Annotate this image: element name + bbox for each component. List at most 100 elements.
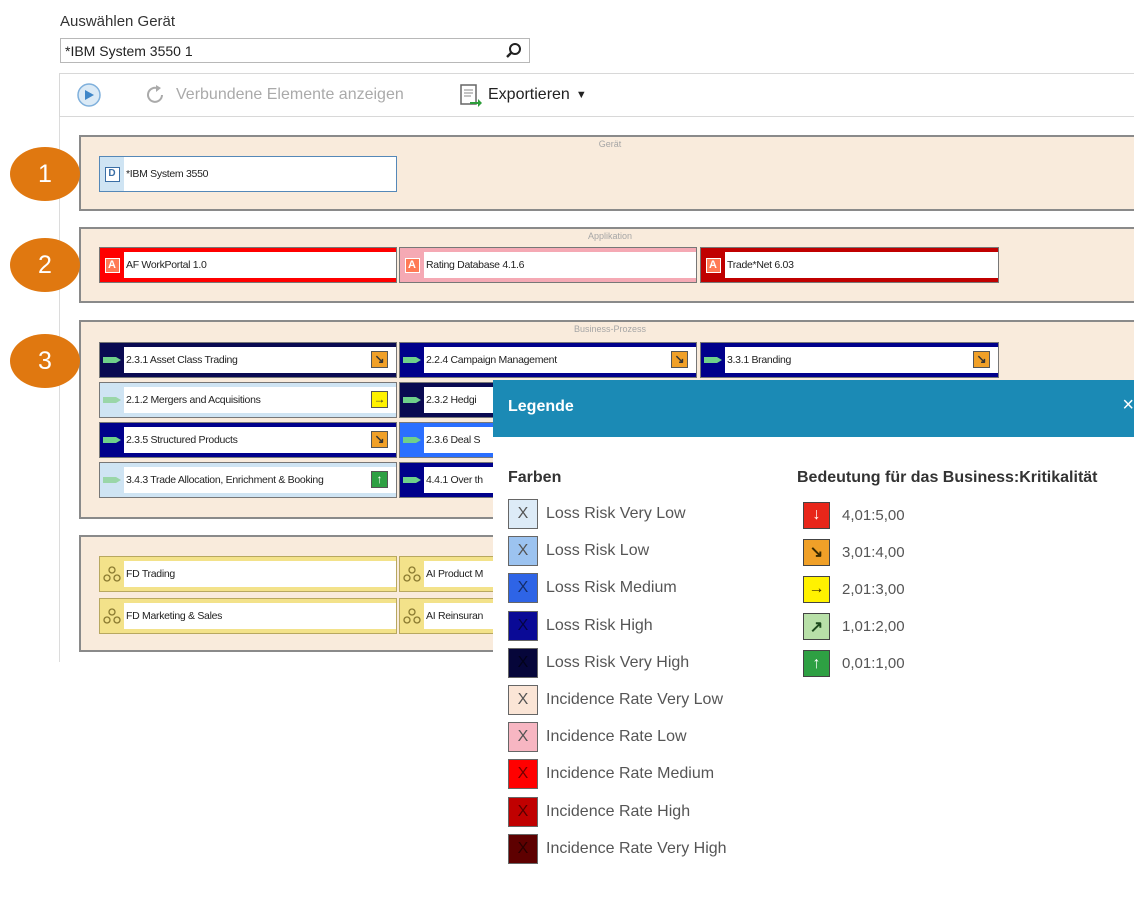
application-icon: A <box>701 248 725 282</box>
arrow-up-icon: ↑ <box>371 471 388 488</box>
arrow-down-right-icon: ↘ <box>371 351 388 368</box>
node-organization[interactable]: FD Trading <box>99 556 397 592</box>
marker-1: 1 <box>10 147 80 201</box>
node-business-process[interactable]: 3.4.3 Trade Allocation, Enrichment & Boo… <box>99 462 397 498</box>
legend-criticality-item: ↓ 4,01:5,00 <box>803 500 905 530</box>
play-button[interactable] <box>76 82 102 108</box>
legend-color-label: Incidence Rate High <box>546 802 691 820</box>
legend-color-label: Incidence Rate Medium <box>546 765 715 783</box>
legend-color-label: Incidence Rate Very Low <box>546 691 723 708</box>
org-unit-icon <box>100 557 124 591</box>
node-business-process[interactable]: 2.3.5 Structured Products ↘ <box>99 422 397 458</box>
process-arrow-icon <box>100 423 124 457</box>
chevron-down-icon: ▼ <box>575 89 587 101</box>
process-arrow-icon <box>400 343 424 377</box>
legend-color-swatch: X <box>508 796 538 827</box>
arrow-down-right-icon: ↘ <box>973 351 990 368</box>
process-arrow-icon <box>100 383 124 417</box>
play-icon <box>77 83 101 107</box>
node-business-process[interactable]: 2.3.1 Asset Class Trading ↘ <box>99 342 397 378</box>
node-application[interactable]: A AF WorkPortal 1.0 <box>99 247 397 283</box>
legend-color-label: Loss Risk Very High <box>546 653 690 671</box>
show-connected-elements-label: Verbundene Elemente anzeigen <box>176 86 404 103</box>
legend-color-swatch: X <box>508 573 538 604</box>
node-application[interactable]: A Rating Database 4.1.6 <box>399 247 697 283</box>
legend-color-label: Loss Risk High <box>546 616 653 634</box>
arrow-down-icon: ↓ <box>803 501 830 529</box>
legend-panel: Legende × Farben Bedeutung für das Busin… <box>493 380 1134 908</box>
legend-color-item: X Loss Risk High <box>508 610 653 641</box>
legend-color-swatch: X <box>508 685 538 715</box>
node-application-label: Rating Database 4.1.6 <box>424 252 696 278</box>
group-title-application: Applikation <box>587 231 633 241</box>
legend-color-item: X Incidence Rate Low <box>508 722 687 753</box>
legend-color-item: X Loss Risk Very Low <box>508 499 686 529</box>
legend-color-label: Loss Risk Very Low <box>546 505 686 522</box>
legend-color-swatch: X <box>508 833 538 864</box>
group-title-business-process: Business-Prozess <box>573 324 647 334</box>
org-unit-icon <box>400 599 424 633</box>
arrow-down-right-icon: ↘ <box>371 431 388 448</box>
process-arrow-icon <box>100 463 124 497</box>
device-icon: D <box>100 157 124 191</box>
node-business-process-label: 3.4.3 Trade Allocation, Enrichment & Boo… <box>124 467 396 493</box>
device-search-input[interactable]: *IBM System 3550 1 <box>60 38 530 63</box>
org-unit-icon <box>400 557 424 591</box>
group-device: Gerät D *IBM System 3550 <box>79 135 1134 211</box>
legend-color-swatch: X <box>508 499 538 529</box>
node-device[interactable]: D *IBM System 3550 <box>99 156 397 192</box>
node-organization[interactable]: FD Marketing & Sales <box>99 598 397 634</box>
show-connected-elements-button[interactable]: Verbundene Elemente anzeigen <box>144 82 404 108</box>
arrow-right-icon: → <box>371 391 388 408</box>
close-icon[interactable]: × <box>1122 394 1134 417</box>
legend-color-item: X Loss Risk Medium <box>508 573 677 604</box>
node-business-process-label: 2.3.1 Asset Class Trading <box>124 347 396 373</box>
refresh-icon <box>147 85 163 103</box>
legend-color-item: X Incidence Rate Very High <box>508 833 727 864</box>
node-business-process[interactable]: 3.3.1 Branding ↘ <box>700 342 999 378</box>
legend-color-label: Loss Risk Low <box>546 542 650 560</box>
legend-title: Legende <box>508 398 574 415</box>
legend-criticality-label: 2,01:3,00 <box>842 580 905 598</box>
legend-criticality-item: ↗ 1,01:2,00 <box>803 612 905 642</box>
node-business-process-label: 2.3.5 Structured Products <box>124 427 396 453</box>
legend-color-item: X Incidence Rate High <box>508 796 691 827</box>
arrow-down-right-icon: ↘ <box>671 351 688 368</box>
arrow-up-right-icon: ↗ <box>803 613 830 641</box>
search-icon[interactable] <box>505 42 523 60</box>
export-icon <box>460 84 482 107</box>
legend-color-label: Incidence Rate Very High <box>546 839 727 857</box>
legend-color-swatch: X <box>508 722 538 753</box>
legend-header: Legende × <box>493 380 1134 437</box>
node-organization-label: FD Marketing & Sales <box>124 603 396 629</box>
export-dropdown-button[interactable]: Exportieren ▼ <box>458 82 587 108</box>
node-application[interactable]: A Trade*Net 6.03 <box>700 247 999 283</box>
group-application: Applikation A AF WorkPortal 1.0 A Rating… <box>79 227 1134 303</box>
node-business-process-label: 2.1.2 Mergers and Acquisitions <box>124 387 396 413</box>
legend-color-item: X Loss Risk Low <box>508 536 650 567</box>
legend-color-swatch: X <box>508 536 538 567</box>
legend-color-label: Loss Risk Medium <box>546 579 677 597</box>
application-icon: A <box>100 248 124 282</box>
process-arrow-icon <box>400 463 424 497</box>
legend-color-item: X Incidence Rate Very Low <box>508 685 723 715</box>
legend-criticality-label: 0,01:1,00 <box>842 655 905 673</box>
node-business-process-label: 3.3.1 Branding <box>725 347 998 373</box>
application-icon: A <box>400 248 424 282</box>
node-business-process[interactable]: 2.2.4 Campaign Management ↘ <box>399 342 697 378</box>
canvas-border <box>59 117 60 662</box>
legend-color-swatch: X <box>508 647 538 678</box>
node-application-label: AF WorkPortal 1.0 <box>124 252 396 278</box>
legend-color-item: X Incidence Rate Medium <box>508 759 715 790</box>
legend-color-swatch: X <box>508 610 538 641</box>
node-business-process[interactable]: 2.1.2 Mergers and Acquisitions → <box>99 382 397 418</box>
process-arrow-icon <box>400 423 424 457</box>
node-application-label: Trade*Net 6.03 <box>725 252 998 278</box>
legend-criticality-title: Bedeutung für das Business:Kritikalität <box>797 469 1098 486</box>
node-organization-label: FD Trading <box>124 561 396 587</box>
node-device-label: *IBM System 3550 <box>124 161 396 187</box>
marker-3: 3 <box>10 334 80 388</box>
arrow-right-icon: → <box>803 575 830 603</box>
arrow-up-icon: ↑ <box>803 650 830 678</box>
legend-color-swatch: X <box>508 759 538 790</box>
